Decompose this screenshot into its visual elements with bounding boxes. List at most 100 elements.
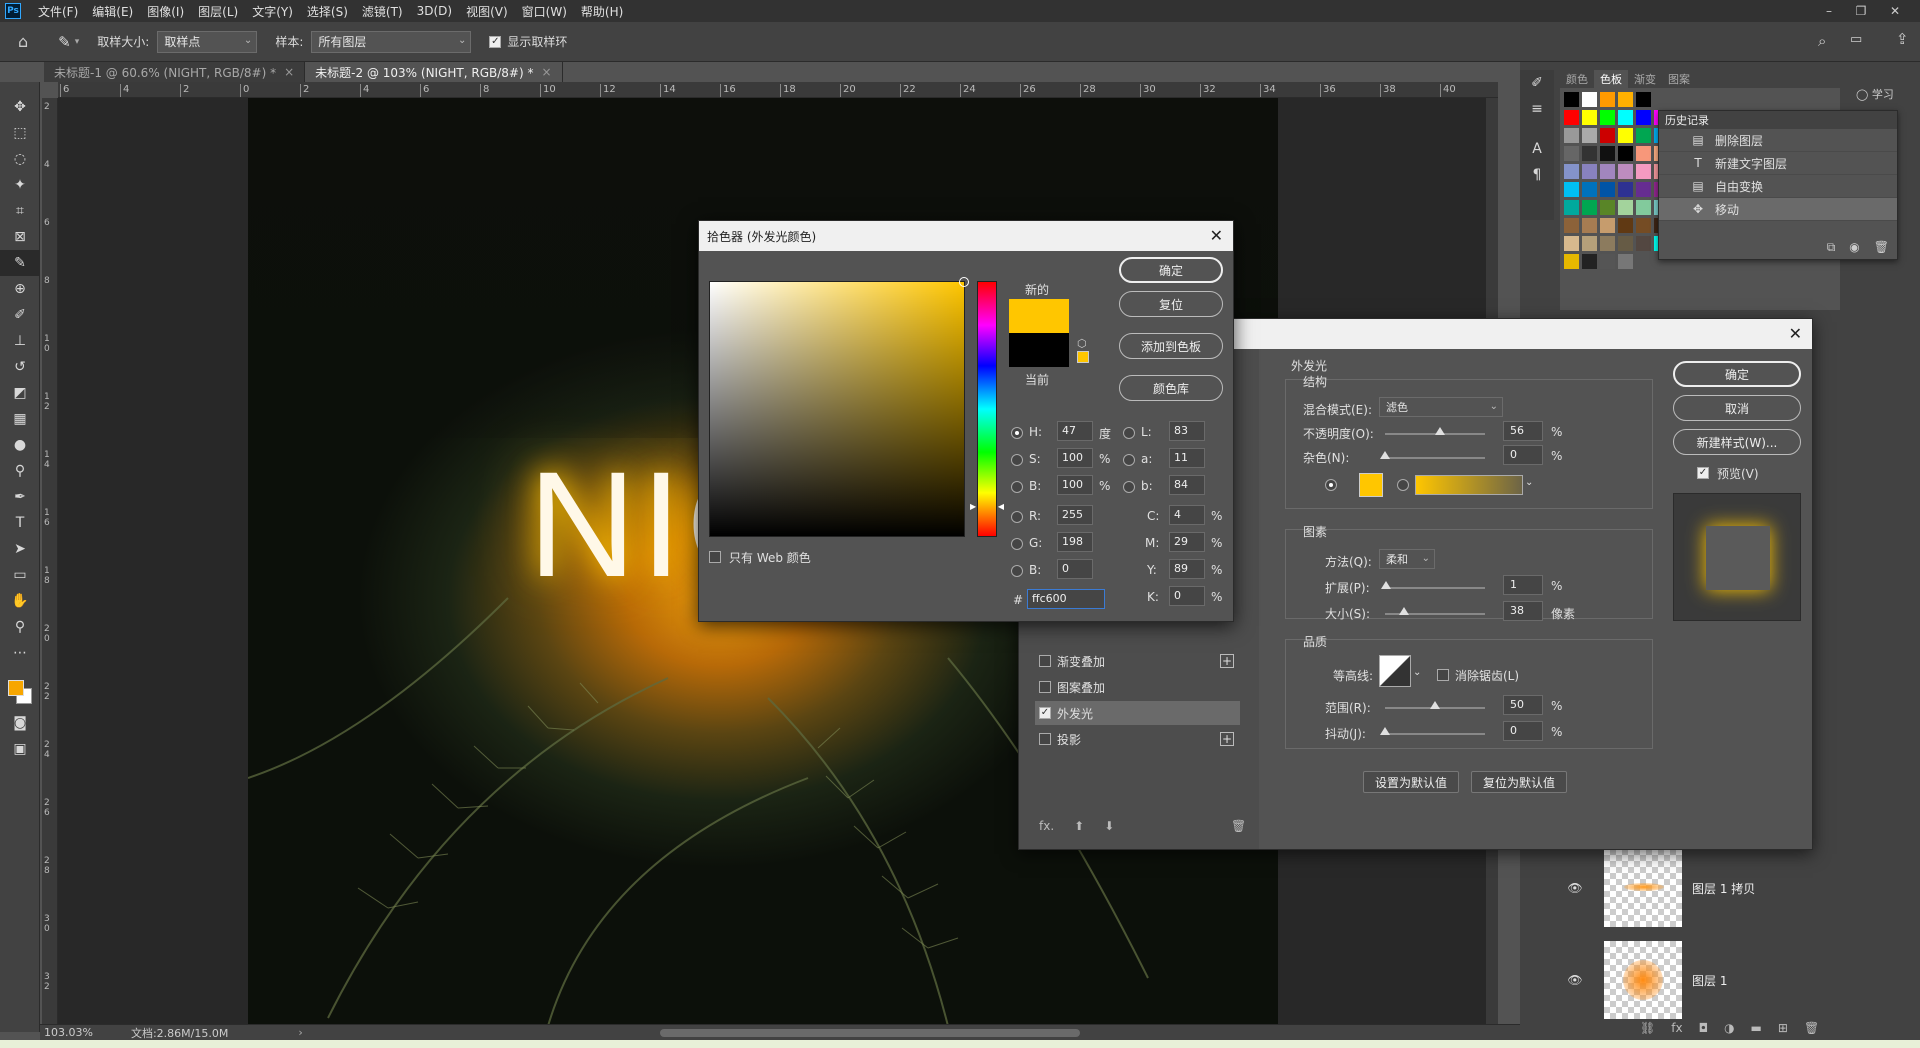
swatch[interactable] — [1564, 236, 1579, 251]
style-item-outer-glow[interactable]: ✓ 外发光 — [1035, 701, 1240, 725]
saturation-radio[interactable] — [1011, 454, 1023, 466]
slider-knob[interactable] — [1380, 451, 1390, 459]
swatch[interactable] — [1582, 128, 1597, 143]
hue-slider[interactable]: ▶ ◀ — [970, 281, 1004, 537]
green-input[interactable]: 198 — [1057, 532, 1093, 552]
swatch[interactable] — [1582, 182, 1597, 197]
stamp-tool-icon[interactable]: ⊥ — [0, 328, 40, 354]
noise-slider[interactable] — [1380, 451, 1485, 459]
trash-icon[interactable]: 🗑 — [1874, 240, 1889, 255]
zoom-level[interactable]: 103.03% — [44, 1026, 93, 1039]
swatch[interactable] — [1636, 200, 1651, 215]
out-of-gamut-cube-icon[interactable]: ⬡ — [1077, 337, 1087, 350]
ok-button[interactable]: 确定 — [1673, 361, 1801, 387]
saturation-input[interactable]: 100 — [1057, 448, 1093, 468]
eye-icon[interactable]: 👁 — [1560, 973, 1590, 987]
swatch[interactable] — [1618, 254, 1633, 269]
menu-help[interactable]: 帮助(H) — [574, 3, 630, 20]
lab-b-radio[interactable] — [1123, 481, 1135, 493]
cyan-input[interactable]: 4 — [1169, 505, 1205, 525]
shape-tool-icon[interactable]: ▭ — [0, 562, 40, 588]
eyedropper-tool-icon[interactable]: ✎ — [0, 250, 40, 276]
slider-knob[interactable] — [1435, 427, 1445, 435]
brush-tool-icon[interactable]: ✐ — [0, 302, 40, 328]
learn-panel-tab[interactable]: ◯ 学习 — [1856, 86, 1894, 102]
eye-icon[interactable]: 👁 — [1560, 881, 1590, 895]
brightness-radio[interactable] — [1011, 481, 1023, 493]
tool-preset-chevron-icon[interactable]: ▾ — [75, 37, 80, 47]
eyedropper-tool-icon[interactable]: ✎ — [58, 33, 71, 51]
style-checkbox[interactable] — [1039, 681, 1051, 693]
range-slider[interactable] — [1385, 701, 1485, 709]
hue-slider-left-arrow-icon[interactable]: ▶ — [970, 502, 976, 511]
noise-input[interactable]: 0 — [1503, 445, 1543, 465]
new-document-from-state-icon[interactable]: ⧉ — [1827, 240, 1836, 255]
camera-icon[interactable]: ◉ — [1849, 240, 1859, 255]
workspace-icon[interactable]: ▭ — [1850, 32, 1862, 47]
color-libraries-button[interactable]: 颜色库 — [1119, 375, 1223, 401]
spread-slider[interactable] — [1381, 581, 1485, 589]
menu-edit[interactable]: 编辑(E) — [85, 3, 140, 20]
new-layer-icon[interactable]: ⊞ — [1778, 1021, 1788, 1035]
frame-tool-icon[interactable]: ⊠ — [0, 224, 40, 250]
link-icon[interactable]: ⛓ — [1640, 1021, 1655, 1035]
swatch[interactable] — [1618, 164, 1633, 179]
style-checkbox[interactable] — [1039, 655, 1051, 667]
swatch[interactable] — [1600, 236, 1615, 251]
chevron-down-icon[interactable]: ⌄ — [1525, 477, 1533, 488]
swatch[interactable] — [1600, 92, 1615, 107]
swatch[interactable] — [1618, 182, 1633, 197]
blue-input[interactable]: 0 — [1057, 559, 1093, 579]
swatch[interactable] — [1564, 110, 1579, 125]
type-tool-icon[interactable]: T — [0, 510, 40, 536]
tab-pattern[interactable]: 图案 — [1662, 70, 1696, 88]
show-ring-checkbox[interactable]: ✓ — [489, 35, 502, 48]
zoom-tool-icon[interactable]: ⚲ — [0, 614, 40, 640]
swatch[interactable] — [1564, 200, 1579, 215]
swatch[interactable] — [1600, 110, 1615, 125]
a-input[interactable]: 11 — [1169, 448, 1205, 468]
character-panel-icon[interactable]: A — [1520, 136, 1554, 162]
swatch[interactable] — [1618, 218, 1633, 233]
add-style-icon[interactable]: + — [1220, 732, 1234, 746]
close-icon[interactable]: ✕ — [1789, 324, 1802, 343]
swatch[interactable] — [1564, 218, 1579, 233]
swatch[interactable] — [1618, 110, 1633, 125]
mask-icon[interactable]: ◘ — [1699, 1021, 1709, 1035]
history-brush-tool-icon[interactable]: ↺ — [0, 354, 40, 380]
swatch[interactable] — [1582, 92, 1597, 107]
swatch[interactable] — [1636, 182, 1651, 197]
path-selection-tool-icon[interactable]: ➤ — [0, 536, 40, 562]
chevron-down-icon[interactable]: ⌄ — [1413, 667, 1421, 678]
slider-knob[interactable] — [1399, 607, 1409, 615]
style-item-gradient-overlay[interactable]: 渐变叠加 + — [1035, 649, 1240, 673]
layer-row[interactable]: 👁 图层 1 拷贝 — [1560, 845, 1900, 931]
swatch[interactable] — [1600, 182, 1615, 197]
eraser-tool-icon[interactable]: ◩ — [0, 380, 40, 406]
move-down-icon[interactable]: ⬇ — [1104, 819, 1114, 833]
jitter-input[interactable]: 0 — [1503, 721, 1543, 741]
history-item[interactable]: T 新建文字图层 — [1659, 152, 1897, 175]
lightness-radio[interactable] — [1123, 427, 1135, 439]
a-radio[interactable] — [1123, 454, 1135, 466]
swatch[interactable] — [1600, 128, 1615, 143]
solid-color-radio[interactable] — [1325, 479, 1337, 491]
swatch[interactable] — [1618, 200, 1633, 215]
move-tool-icon[interactable]: ✥ — [0, 94, 40, 120]
add-to-swatches-button[interactable]: 添加到色板 — [1119, 333, 1223, 359]
home-icon[interactable]: ⌂ — [18, 32, 28, 51]
size-input[interactable]: 38 — [1503, 601, 1543, 621]
reset-button[interactable]: 复位 — [1119, 291, 1223, 317]
slider-knob[interactable] — [1381, 581, 1391, 589]
technique-select[interactable]: 柔和 ⌄ — [1379, 549, 1435, 569]
color-field-cursor[interactable] — [959, 277, 969, 287]
web-colors-only-checkbox[interactable] — [709, 551, 721, 563]
hue-input[interactable]: 47 — [1057, 421, 1093, 441]
lab-b-input[interactable]: 84 — [1169, 475, 1205, 495]
green-radio[interactable] — [1011, 538, 1023, 550]
lightness-input[interactable]: 83 — [1169, 421, 1205, 441]
ok-button[interactable]: 确定 — [1119, 257, 1223, 283]
swatch[interactable] — [1564, 182, 1579, 197]
marquee-tool-icon[interactable]: ⬚ — [0, 120, 40, 146]
layer-row[interactable]: 👁 图层 1 — [1560, 937, 1900, 1023]
